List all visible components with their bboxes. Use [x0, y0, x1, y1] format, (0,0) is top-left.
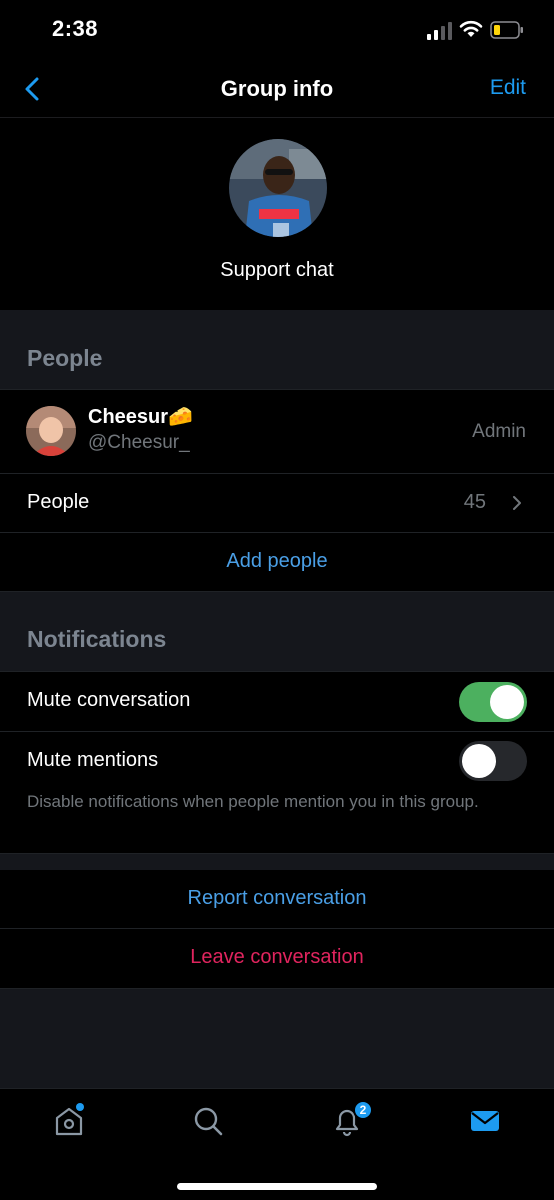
status-time: 2:38 — [52, 16, 99, 41]
section-divider — [0, 854, 554, 870]
people-count: 45 — [463, 491, 486, 513]
home-indicator — [177, 1183, 377, 1190]
mute-conversation-toggle[interactable] — [459, 682, 527, 722]
signal-icon — [427, 22, 452, 40]
leave-row: Leave conversation — [0, 929, 554, 989]
search-icon[interactable] — [192, 1105, 224, 1137]
status-bar: 2:38 — [0, 0, 554, 60]
avatar — [26, 406, 76, 456]
member-name: Cheesur🧀 — [88, 406, 193, 428]
people-row-label: People — [27, 491, 90, 513]
notifications-section-header: Notifications — [0, 612, 554, 672]
add-people-button[interactable]: Add people — [0, 550, 554, 573]
mute-conversation-row: Mute conversation — [0, 672, 554, 732]
people-row[interactable]: People 45 — [0, 474, 554, 533]
group-header: Support chat — [0, 119, 554, 310]
mute-mentions-toggle[interactable] — [459, 741, 527, 781]
mute-mentions-label: Mute mentions — [27, 749, 159, 771]
people-heading: People — [27, 345, 103, 371]
section-divider — [0, 592, 554, 612]
mute-mentions-helper-text: Disable notifications when people mentio… — [27, 792, 479, 811]
notification-badge: 2 — [353, 1100, 373, 1120]
people-section-header: People — [0, 330, 554, 390]
battery-icon — [490, 21, 523, 39]
report-conversation-button[interactable]: Report conversation — [0, 887, 554, 910]
nav-bar: Group info Edit — [0, 60, 554, 118]
empty-area — [0, 989, 554, 1088]
member-row[interactable]: Cheesur🧀 @Cheesur_ Admin — [0, 390, 554, 474]
notifications-heading: Notifications — [27, 626, 167, 652]
report-row: Report conversation — [0, 870, 554, 929]
leave-conversation-button[interactable]: Leave conversation — [0, 946, 554, 969]
page-title: Group info — [220, 76, 334, 101]
section-divider — [0, 310, 554, 330]
wifi-icon — [459, 20, 483, 37]
add-people-row: Add people — [0, 533, 554, 592]
mute-mentions-row: Mute mentions Disable notifications when… — [0, 732, 554, 854]
home-unread-dot — [76, 1103, 84, 1111]
mail-icon[interactable] — [469, 1105, 501, 1137]
mute-conversation-label: Mute conversation — [27, 689, 191, 711]
chevron-right-icon — [513, 496, 521, 510]
group-avatar[interactable] — [229, 139, 327, 237]
group-name: Support chat — [220, 259, 334, 281]
member-role: Admin — [472, 421, 526, 442]
member-handle: @Cheesur_ — [88, 432, 190, 453]
edit-button[interactable]: Edit — [490, 76, 526, 100]
